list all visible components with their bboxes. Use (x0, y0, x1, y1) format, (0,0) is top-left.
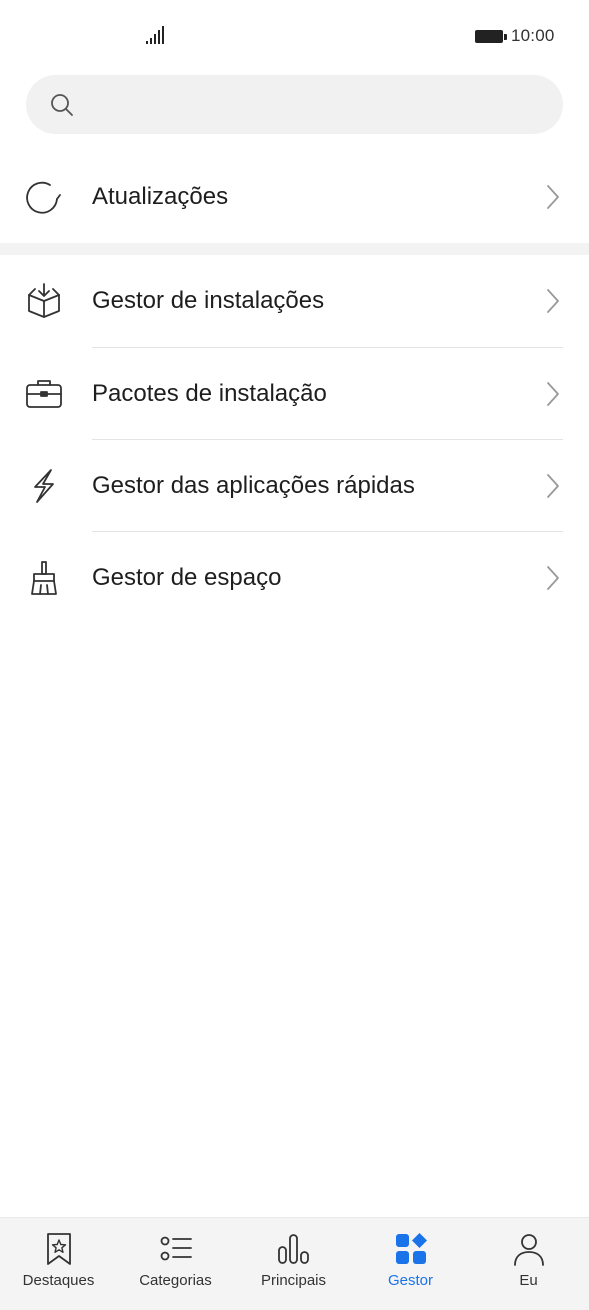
bookmark-star-icon (46, 1233, 71, 1265)
status-bar: 10:00 (0, 0, 589, 72)
nav-destaques[interactable]: Destaques (0, 1218, 117, 1310)
nav-eu[interactable]: Eu (470, 1218, 587, 1310)
refresh-icon (26, 181, 61, 214)
clock: 10:00 (511, 26, 555, 45)
chevron-right-icon (547, 474, 559, 498)
row-label: Gestor das aplicações rápidas (92, 472, 415, 499)
row-label: Atualizações (92, 183, 229, 210)
row-gestor-instalacoes[interactable]: Gestor de instalações (0, 255, 589, 347)
search-icon (51, 94, 73, 116)
broom-icon (31, 561, 57, 595)
search-input[interactable] (26, 75, 563, 134)
nav-label: Eu (519, 1272, 538, 1289)
nav-label: Categorias (139, 1272, 212, 1289)
bottom-nav: Destaques Categorias Principais Gestor E… (0, 1217, 589, 1310)
briefcase-icon (26, 380, 62, 408)
nav-categorias[interactable]: Categorias (117, 1218, 234, 1310)
row-label: Gestor de instalações (92, 287, 325, 314)
battery-icon (475, 29, 507, 43)
chevron-right-icon (547, 289, 559, 313)
section-divider (0, 243, 589, 255)
chevron-right-icon (547, 185, 559, 209)
row-atualizacoes[interactable]: Atualizações (0, 151, 589, 243)
person-icon (513, 1234, 544, 1266)
lightning-icon (34, 469, 54, 503)
nav-principais[interactable]: Principais (235, 1218, 352, 1310)
chevron-right-icon (547, 566, 559, 590)
row-pacotes-instalacao[interactable]: Pacotes de instalação (0, 348, 589, 440)
list-icon (160, 1236, 192, 1261)
nav-label: Principais (260, 1272, 327, 1289)
box-download-icon (28, 283, 60, 318)
row-label: Gestor de espaço (92, 564, 282, 591)
nav-label: Destaques (22, 1272, 95, 1289)
nav-label: Gestor (387, 1272, 433, 1289)
row-aplicacoes-rapidas[interactable]: Gestor das aplicações rápidas (0, 440, 589, 532)
bar-chart-icon (277, 1234, 309, 1264)
signal-icon (146, 26, 164, 44)
row-gestor-espaco[interactable]: Gestor de espaço (0, 532, 589, 624)
nav-gestor[interactable]: Gestor (352, 1218, 469, 1310)
chevron-right-icon (547, 382, 559, 406)
grid-diamond-icon (395, 1233, 427, 1264)
row-label: Pacotes de instalação (92, 380, 327, 407)
